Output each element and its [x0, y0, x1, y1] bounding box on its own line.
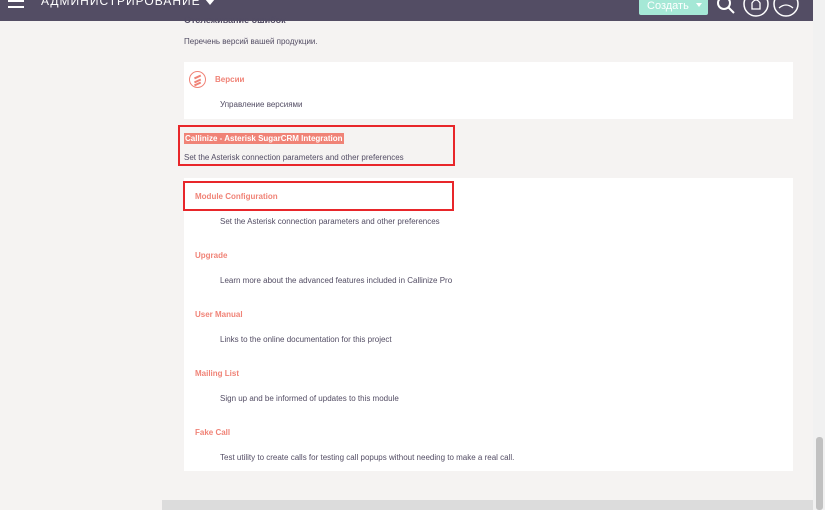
- section-description-bug-tracking: Перечень версий вашей продукции.: [184, 37, 318, 46]
- footer-bar: [162, 500, 813, 510]
- section-title-bug-tracking: Отслеживание ошибок: [184, 15, 286, 25]
- link-fake-call[interactable]: Fake Call: [195, 428, 230, 437]
- user-manual-description: Links to the online documentation for th…: [220, 335, 392, 344]
- bug-tracking-panel: [184, 62, 793, 119]
- scrollbar-track[interactable]: [813, 0, 825, 510]
- versions-description: Управление версиями: [220, 100, 303, 109]
- highlight-box-module-configuration: [183, 181, 454, 211]
- scrollbar-thumb[interactable]: [816, 437, 823, 510]
- link-versions[interactable]: Версии: [215, 75, 244, 84]
- top-navbar: АДМИНИСТРИРОВАНИЕ Создать: [0, 0, 825, 21]
- menu-icon[interactable]: [8, 0, 24, 10]
- chevron-down-icon: [696, 3, 702, 7]
- chevron-down-icon: [204, 0, 215, 5]
- user-icon[interactable]: [772, 0, 800, 18]
- highlight-box-section: [178, 125, 455, 166]
- create-button[interactable]: Создать: [639, 0, 708, 15]
- admin-menu-label: АДМИНИСТРИРОВАНИЕ: [41, 0, 201, 8]
- admin-menu[interactable]: АДМИНИСТРИРОВАНИЕ: [41, 0, 215, 8]
- link-upgrade[interactable]: Upgrade: [195, 251, 227, 260]
- versions-icon[interactable]: [189, 71, 206, 88]
- link-user-manual[interactable]: User Manual: [195, 310, 243, 319]
- fake-call-description: Test utility to create calls for testing…: [220, 453, 515, 462]
- mailing-list-description: Sign up and be informed of updates to th…: [220, 394, 399, 403]
- link-mailing-list[interactable]: Mailing List: [195, 369, 239, 378]
- upgrade-description: Learn more about the advanced features i…: [220, 276, 453, 285]
- search-icon[interactable]: [716, 0, 736, 16]
- module-configuration-description: Set the Asterisk connection parameters a…: [220, 217, 440, 226]
- create-button-label: Создать: [647, 0, 689, 12]
- notification-icon[interactable]: [742, 0, 770, 18]
